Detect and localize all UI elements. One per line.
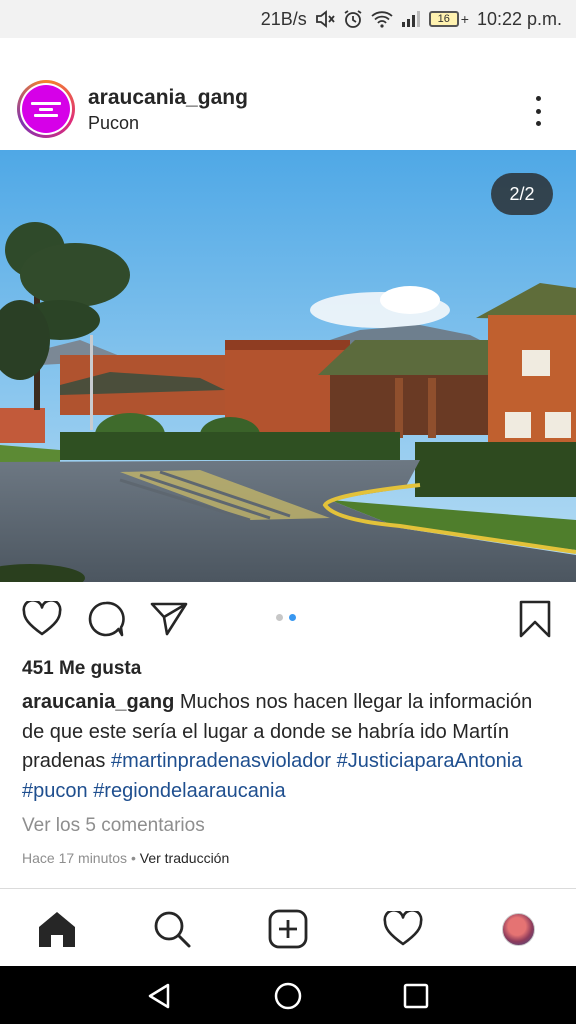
new-post-icon[interactable] <box>266 907 310 951</box>
profile-image <box>501 912 535 946</box>
header-text: araucania_gang Pucon <box>88 86 248 134</box>
image-counter: 2/2 <box>491 173 553 215</box>
avatar[interactable] <box>17 80 75 138</box>
action-bar <box>0 598 576 642</box>
charging-indicator: + <box>460 11 469 27</box>
carousel-dot <box>276 614 283 621</box>
back-icon[interactable] <box>143 980 175 1012</box>
post-timestamp: Hace 17 minutos <box>22 850 128 866</box>
home-icon[interactable] <box>35 907 79 951</box>
search-icon[interactable] <box>150 907 194 951</box>
status-bar: 21B/s 16 + 10:22 p.m. <box>0 0 576 38</box>
hashtag[interactable]: #pucon <box>22 780 88 802</box>
system-nav-bar <box>0 966 576 1024</box>
avatar-frame <box>20 83 72 135</box>
hashtag[interactable]: #martinpradenasviolador <box>111 750 331 772</box>
profile-avatar[interactable] <box>496 907 540 951</box>
battery-icon: 16 + <box>428 11 469 27</box>
meta-separator: • <box>127 850 140 866</box>
bottom-tab-bar <box>0 888 576 966</box>
post-header: araucania_gang Pucon <box>0 70 576 150</box>
signal-icon <box>401 10 421 28</box>
avatar-line <box>39 107 53 111</box>
more-options-icon[interactable] <box>528 96 548 126</box>
net-speed: 21B/s <box>260 8 307 29</box>
alarm-icon <box>343 9 363 29</box>
post-username[interactable]: araucania_gang <box>88 86 248 110</box>
carousel-indicator <box>276 614 296 621</box>
avatar-line <box>31 101 61 105</box>
like-icon[interactable] <box>21 598 63 640</box>
avatar-line <box>34 113 58 117</box>
bookmark-icon[interactable] <box>514 598 556 640</box>
battery-level: 16 <box>428 11 459 27</box>
mute-icon <box>315 10 335 28</box>
translate-link[interactable]: Ver traducción <box>140 850 230 866</box>
likes-count[interactable]: 451 Me gusta <box>22 658 141 680</box>
clock: 10:22 p.m. <box>476 8 562 29</box>
home-circle-icon[interactable] <box>272 980 304 1012</box>
post-meta: Hace 17 minutos • Ver traducción <box>22 850 229 866</box>
post-photo[interactable] <box>0 150 576 582</box>
caption-username[interactable]: araucania_gang <box>22 691 174 713</box>
carousel-dot-active <box>289 614 296 621</box>
post-caption: araucania_gang Muchos nos hacen llegar l… <box>22 688 558 806</box>
hashtag[interactable]: #JusticiaparaAntonia <box>337 750 523 772</box>
hashtag[interactable]: #regiondelaaraucania <box>93 780 285 802</box>
share-icon[interactable] <box>148 598 190 640</box>
activity-icon[interactable] <box>381 907 425 951</box>
recents-icon[interactable] <box>400 980 432 1012</box>
wifi-icon <box>371 10 393 28</box>
view-comments-link[interactable]: Ver los 5 comentarios <box>22 815 205 837</box>
comment-icon[interactable] <box>85 598 127 640</box>
post-location[interactable]: Pucon <box>88 113 248 134</box>
avatar-image <box>22 85 70 133</box>
